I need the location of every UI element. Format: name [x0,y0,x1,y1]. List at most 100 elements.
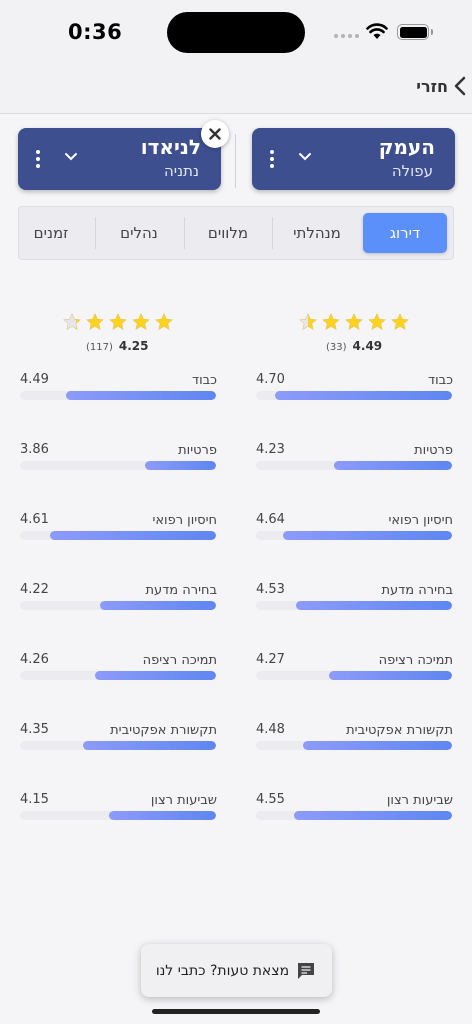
chevron-down-icon[interactable] [298,152,312,162]
metric-label: בחירה מדעת [381,583,454,598]
metric-value: 4.48 [256,722,285,737]
metric-bar-track [256,671,452,680]
metric-row: 4.23 פרטיות [256,442,453,512]
metric-row: 4.70 כבוד [256,372,453,442]
metric-bar-track [256,811,452,820]
metric-bar-fill [293,811,452,820]
more-vertical-icon[interactable] [270,150,274,168]
hospital-card-right[interactable]: העמק עפולה [252,128,455,190]
status-bar: 0:36 [0,0,472,64]
metric-label: חיסיון רפואי [388,513,453,528]
metric-row: 4.27 תמיכה רציפה [256,652,453,722]
hospital-name: לניאדו [140,135,201,159]
tab-times[interactable]: זמנים [9,213,93,253]
tab-separator [95,217,96,249]
metric-bar-fill [108,811,216,820]
metric-bar-fill [94,671,216,680]
metric-bar-fill [329,671,452,680]
metric-label: כבוד [427,373,453,388]
metric-value: 4.35 [20,722,49,737]
feedback-button[interactable]: מצאת טעות? כתבי לנו [141,944,332,997]
message-icon [298,962,315,979]
feedback-label: מצאת טעות? כתבי לנו [155,962,290,979]
metric-bar-fill [296,601,452,610]
metric-label: תקשורת אפקטיבית [110,723,217,738]
metric-label: תקשורת אפקטיבית [346,723,453,738]
star-icon [322,313,340,331]
status-time: 0:36 [68,20,123,44]
ratings-column-left: (117) 4.25 4.49 כבוד 3.86 פרטיות 4.61 חיסיון … [20,312,217,862]
hospital-city: עפולה [391,162,433,180]
metric-row: 4.48 תקשורת אפקטיבית [256,722,453,792]
metric-value: 4.55 [256,792,285,807]
average-score: 4.25 [118,339,149,353]
metric-bar-fill [145,461,216,470]
star-icon [109,313,127,331]
metric-row: 4.26 תמיכה רציפה [20,652,217,722]
metric-bar-track [256,531,452,540]
chevron-down-icon[interactable] [64,152,78,162]
score-row: (117) 4.25 [86,339,149,353]
metric-bar-track [20,531,216,540]
home-indicator [152,1009,320,1014]
metric-bar-fill [83,741,216,750]
metric-label: שביעות רצון [150,793,217,808]
metric-row: 3.86 פרטיות [20,442,217,512]
metric-bar-track [20,741,216,750]
metric-bar-track [256,391,452,400]
tab-rating[interactable]: דירוג [363,213,447,253]
back-label: חזרי [416,76,448,96]
tab-separator [184,217,185,249]
metric-value: 4.61 [20,512,49,527]
metric-value: 4.26 [20,652,49,667]
metric-bar-fill [274,391,452,400]
metric-value: 4.15 [20,792,49,807]
star-icon [391,313,409,331]
metric-row: 4.35 תקשורת אפקטיבית [20,722,217,792]
metric-bar-track [20,811,216,820]
chevron-left-icon [454,76,466,96]
metric-label: פרטיות [178,443,217,458]
nav-bar: חזרי [0,64,472,114]
metric-label: שביעות רצון [386,793,453,808]
review-count: (117) [86,342,113,353]
metric-value: 4.23 [256,442,285,457]
close-icon [209,128,221,140]
rating-summary: (33) 4.49 [256,312,453,372]
signal-icon [334,34,359,38]
remove-compare-button[interactable] [201,120,229,148]
metric-value: 4.53 [256,582,285,597]
card-divider [235,134,236,188]
tab-companions[interactable]: מלווים [186,213,270,253]
metric-row: 4.61 חיסיון רפואי [20,512,217,582]
metric-row: 4.64 חיסיון רפואי [256,512,453,582]
hospital-card-left[interactable]: לניאדו נתניה [18,128,221,190]
star-icon [155,313,173,331]
metric-label: בחירה מדעת [145,583,218,598]
metric-row: 4.15 שביעות רצון [20,792,217,862]
more-vertical-icon[interactable] [36,150,40,168]
wifi-icon [366,23,388,39]
metric-bar-fill [334,461,452,470]
metric-value: 3.86 [20,442,49,457]
tab-administrative[interactable]: מנהלתי [275,213,359,253]
rating-summary: (117) 4.25 [20,312,217,372]
metric-bar-fill [50,531,216,540]
star-icon [299,313,317,331]
star-icon [368,313,386,331]
metric-list: 4.49 כבוד 3.86 פרטיות 4.61 חיסיון רפואי 4.22 בח… [20,372,217,862]
metric-label: תמיכה רציפה [378,653,453,668]
metric-value: 4.70 [256,372,285,387]
tab-procedures[interactable]: נהלים [97,213,181,253]
average-score: 4.49 [352,339,383,353]
star-icon [63,313,81,331]
metric-bar-track [256,461,452,470]
metric-value: 4.49 [20,372,49,387]
metric-bar-track [256,741,452,750]
metric-list: 4.70 כבוד 4.23 פרטיות 4.64 חיסיון רפואי 4.53 בח… [256,372,453,862]
back-button[interactable]: חזרי [416,76,466,96]
metric-label: חיסיון רפואי [152,513,217,528]
metric-value: 4.22 [20,582,49,597]
metric-value: 4.64 [256,512,285,527]
star-icon [345,313,363,331]
